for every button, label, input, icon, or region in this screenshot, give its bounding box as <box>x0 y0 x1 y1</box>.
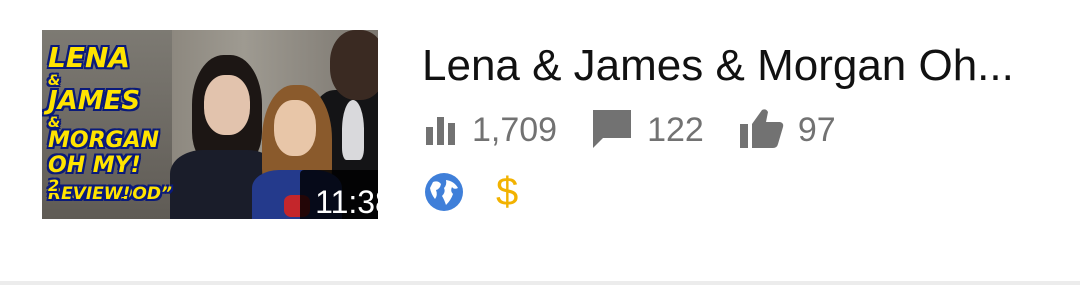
thumbnail-text-james: JAMES <box>48 86 141 116</box>
thumbnail-text-trailing: 2 <box>48 176 60 195</box>
globe-icon <box>424 172 464 212</box>
video-badges: $ <box>424 170 550 214</box>
thumbnail-figure-supergirl-face <box>274 100 316 156</box>
likes-stat: 97 <box>738 108 836 153</box>
views-stat: 1,709 <box>424 108 557 152</box>
views-count: 1,709 <box>472 111 558 149</box>
thumbnail-text-review: REVIEW! <box>48 184 131 204</box>
video-list-item[interactable]: LENA & JAMES & MORGAN OH MY! “FOR GOOD” … <box>0 0 1080 285</box>
dollar-icon: $ <box>496 170 519 214</box>
thumbs-up-icon <box>738 108 784 153</box>
thumbnail-text-lena: LENA <box>48 41 131 74</box>
likes-count: 97 <box>797 111 836 149</box>
thumbnail-text-morgan: MORGAN <box>48 128 160 153</box>
thumbnail-figure-james-collar <box>342 100 364 160</box>
comment-icon <box>591 108 633 153</box>
thumbnail-figure-james-head <box>330 30 378 100</box>
video-stats: 1,709 122 97 <box>424 108 870 152</box>
duration-badge: 11:38 <box>300 170 378 219</box>
list-divider <box>0 281 1080 285</box>
video-thumbnail[interactable]: LENA & JAMES & MORGAN OH MY! “FOR GOOD” … <box>42 30 378 219</box>
video-title[interactable]: Lena & James & Morgan Oh... <box>422 40 1014 92</box>
bar-chart-icon <box>424 111 458 150</box>
comments-stat: 122 <box>591 108 704 153</box>
comments-count: 122 <box>647 111 704 149</box>
thumbnail-figure-lena-face <box>204 75 250 135</box>
thumbnail-text-oh-my: OH MY! <box>48 153 141 178</box>
